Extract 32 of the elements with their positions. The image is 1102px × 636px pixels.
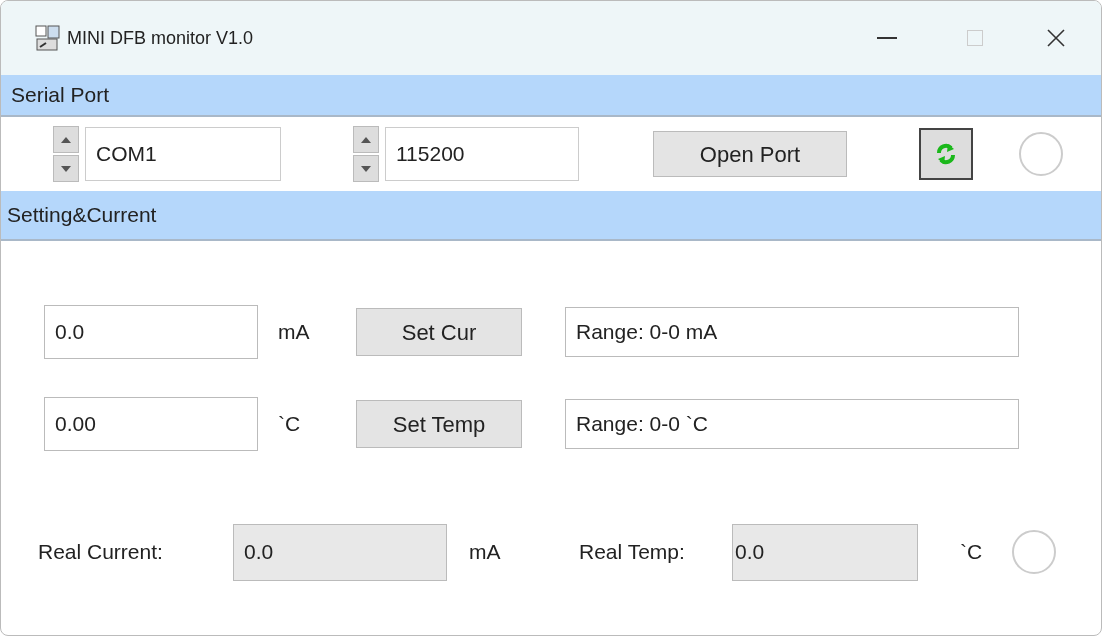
down-arrow-icon xyxy=(361,165,371,172)
unit-label: mA xyxy=(278,319,311,346)
down-arrow-icon xyxy=(61,165,71,172)
value-field[interactable]: 0.00 xyxy=(44,397,258,451)
baud-field[interactable]: 115200 xyxy=(385,127,579,181)
real-current-field: 0.0 xyxy=(233,523,447,581)
open-port-button[interactable]: Open Port xyxy=(653,131,847,177)
up-arrow-icon xyxy=(361,136,371,143)
value-field[interactable]: 0.0 xyxy=(44,305,258,359)
unit-label: `C xyxy=(960,539,984,566)
refresh-icon xyxy=(937,143,955,165)
spinner[interactable] xyxy=(53,126,79,182)
range-field: Range: 0-0 `C xyxy=(565,399,1019,449)
real-temp-field: 0.0 xyxy=(732,523,918,581)
status-indicator xyxy=(1012,530,1056,574)
real-temp-label: Real Temp: xyxy=(579,539,686,566)
spinner[interactable] xyxy=(353,126,379,182)
port-field[interactable]: COM1 xyxy=(85,127,281,181)
status-indicator xyxy=(1019,132,1063,176)
range-field: Range: 0-0 mA xyxy=(565,307,1019,357)
unit-label: `C xyxy=(278,411,302,438)
set-button[interactable]: Set Temp xyxy=(356,400,522,448)
real-current-label: Real Current: xyxy=(38,539,164,566)
refresh-button[interactable] xyxy=(919,128,973,180)
up-arrow-icon xyxy=(61,136,71,143)
close-icon[interactable] xyxy=(1047,29,1065,47)
app-icon xyxy=(35,25,61,51)
section-header: Setting&Current xyxy=(1,191,1101,241)
unit-label: mA xyxy=(469,539,502,566)
window-title: MINI DFB monitor V1.0 xyxy=(67,26,254,50)
set-button[interactable]: Set Cur xyxy=(356,308,522,356)
section-header: Serial Port xyxy=(1,75,1101,117)
